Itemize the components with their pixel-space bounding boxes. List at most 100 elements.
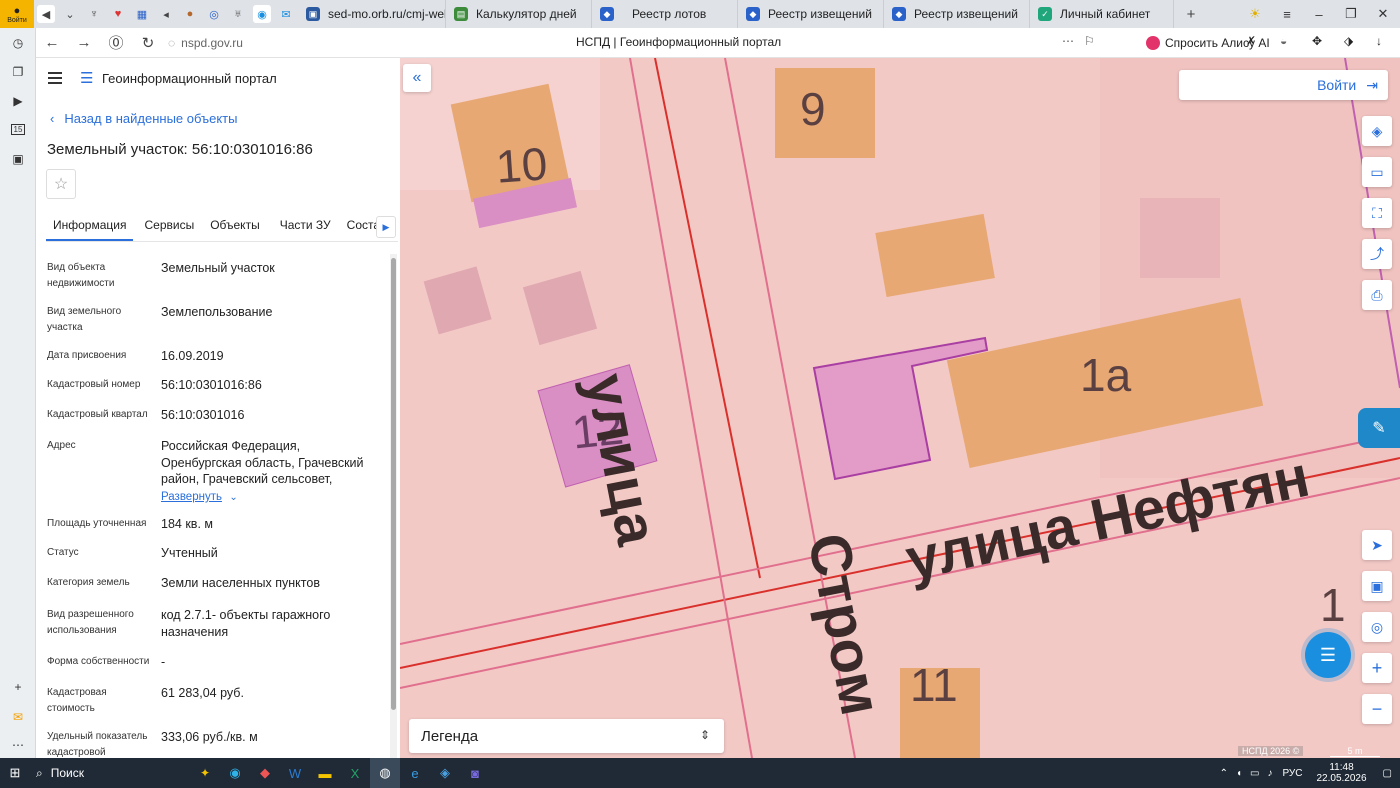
pinned-tab-icon[interactable]: ◂ [157, 5, 175, 23]
zoom-in-button[interactable]: + [1362, 653, 1392, 683]
pinned-tab-icon[interactable]: ✉ [277, 5, 295, 23]
extension-icon[interactable]: ✗ [1246, 34, 1256, 48]
pinned-tab-icon[interactable]: ● [181, 5, 199, 23]
back-to-results-link[interactable]: ‹ Назад в найденные объекты [50, 111, 237, 126]
tab-favicon-icon: ✓ [1038, 7, 1052, 21]
browser-tab[interactable]: ✓ Личный кабинет [1030, 0, 1174, 28]
side-widget-icon[interactable]: ✎ [1358, 408, 1400, 448]
collections-icon[interactable]: ❐ [0, 57, 36, 86]
tab-parts[interactable]: Части ЗУ [273, 218, 338, 241]
more-icon[interactable]: ⋯ [0, 730, 36, 759]
notification-icon[interactable]: ▢ [1383, 768, 1392, 779]
app-icon[interactable]: ◆ [250, 758, 280, 788]
browser-tab[interactable]: ▤ Калькулятор дней [446, 0, 592, 28]
pinned-tab-icon[interactable]: ▦ [133, 5, 151, 23]
page-menu-icon[interactable]: ⋯ [1062, 34, 1074, 48]
basemap-button[interactable]: ▣ [1362, 571, 1392, 601]
protect-icon[interactable]: ⓪ [100, 28, 132, 58]
ie-icon[interactable]: e [400, 758, 430, 788]
downloads-icon[interactable]: ↓ [1376, 34, 1382, 48]
road-line [629, 58, 753, 758]
browser-tab[interactable]: ◆ Реестр извещений [738, 0, 884, 28]
favorite-star-icon[interactable]: ☆ [46, 169, 76, 199]
sun-icon[interactable]: ☀ [1240, 0, 1270, 28]
share-button[interactable]: ⤴ [1362, 239, 1392, 269]
attribute-key: Вид земельного участка [47, 306, 122, 333]
pinned-tab-icon[interactable]: ♥ [109, 5, 127, 23]
print-button[interactable]: ⎙ [1362, 280, 1392, 310]
map-canvas[interactable]: 9 10 12 1а 11 1 улица Стром улица Нефтян… [400, 58, 1400, 758]
attribute-value: 184 кв. м [161, 517, 213, 531]
attribute-value[interactable]: 56:10:0301016:86 [161, 377, 371, 394]
geolocation-button[interactable]: ◎ [1362, 612, 1392, 642]
minimize-icon[interactable]: – [1304, 0, 1334, 28]
taskbar-search[interactable]: ⌕ Поиск ✦ [30, 758, 220, 788]
menu-icon[interactable]: ≡ [1272, 0, 1302, 28]
bookmark-icon[interactable]: ⚐ [1084, 34, 1095, 48]
extensions-puzzle-icon[interactable]: ✥ [1312, 34, 1322, 48]
yandex-browser-icon[interactable]: ◍ [370, 758, 400, 788]
tab-objects[interactable]: Объекты [203, 218, 267, 241]
attribute-value: 333,06 руб./кв. м [161, 730, 258, 744]
tab-info[interactable]: Информация [46, 218, 134, 241]
layers-button[interactable]: ◈ [1362, 116, 1392, 146]
browser-tab[interactable]: ◆ Реестр лотов [592, 0, 738, 28]
tab-services[interactable]: Сервисы [137, 218, 201, 241]
pinned-tab-icon[interactable]: ◉ [253, 5, 271, 23]
profile-button[interactable]: ● Войти [0, 0, 34, 28]
network-icon[interactable]: ▭ [1250, 768, 1259, 779]
locate-button[interactable]: ➤ [1362, 530, 1392, 560]
tabs-scroll-right-icon[interactable]: ▶ [376, 216, 396, 238]
measure-ruler-button[interactable]: ▭ [1362, 157, 1392, 187]
scrollbar-thumb[interactable] [391, 258, 396, 710]
chat-bubble-icon[interactable]: ☰ [1305, 632, 1351, 678]
restore-icon[interactable]: ❐ [1336, 0, 1366, 28]
chevron-up-icon[interactable]: ⌃ [1220, 768, 1228, 779]
video-icon[interactable]: ▶ [0, 86, 36, 115]
app-icon[interactable]: ◙ [460, 758, 490, 788]
volume-icon[interactable]: ◖ [1236, 768, 1242, 779]
attribute-key: Кадастровый квартал [47, 409, 148, 420]
reload-icon[interactable]: ↻ [132, 28, 164, 58]
attribute-value[interactable]: 56:10:0301016 [161, 407, 371, 424]
back-arrow-icon[interactable]: ← [36, 28, 68, 58]
url-field[interactable]: nspd.gov.ru [181, 36, 243, 50]
windows-start-icon[interactable]: ⊞ [0, 758, 30, 788]
expand-address-link[interactable]: Развернуть ⌄ [161, 489, 238, 503]
add-panel-icon[interactable]: + [0, 672, 36, 701]
extension-icon[interactable]: ◒ [1280, 34, 1287, 48]
zoom-out-button[interactable]: − [1362, 694, 1392, 724]
chevron-down-icon[interactable]: ⌄ [61, 5, 79, 23]
tab-favicon-icon: ▣ [306, 7, 320, 21]
app-icon[interactable]: ◈ [430, 758, 460, 788]
pinned-tab-icon[interactable]: ◎ [205, 5, 223, 23]
excel-icon[interactable]: X [340, 758, 370, 788]
browser-tab[interactable]: ▣sed-mo.orb.ru/cmj-web/? [298, 0, 446, 28]
speaker-icon[interactable]: ♪ [1267, 768, 1272, 779]
new-tab-plus-icon[interactable]: + [1182, 5, 1200, 23]
attribute-value: Учтенный [161, 546, 218, 560]
sound-tab-icon[interactable]: ◀ [37, 5, 55, 23]
edge-icon[interactable]: ◉ [220, 758, 250, 788]
login-button[interactable]: Войти ⇥ [1179, 70, 1388, 100]
close-icon[interactable]: ✕ [1368, 0, 1398, 28]
site-info-icon[interactable]: ◌ [168, 36, 175, 50]
clock[interactable]: 11:48 22.05.2026 [1316, 762, 1366, 784]
hamburger-menu-icon[interactable] [48, 72, 62, 84]
mail-icon[interactable]: ✉ [0, 702, 36, 731]
pinned-tab-icon[interactable]: ♆ [85, 5, 103, 23]
panel-scrollbar[interactable] [390, 254, 397, 758]
legend-dropdown[interactable]: Легенда ⇕ [409, 719, 724, 753]
file-explorer-icon[interactable]: ▬ [310, 758, 340, 788]
language-indicator[interactable]: РУС [1282, 768, 1302, 779]
calendar-icon[interactable]: 15 [0, 115, 36, 144]
history-icon[interactable]: ◷ [0, 28, 36, 57]
extension-icon[interactable]: ⬗ [1344, 34, 1353, 48]
word-icon[interactable]: W [280, 758, 310, 788]
collapse-panel-button[interactable]: « [403, 64, 431, 92]
pinned-tab-icon[interactable]: ♅ [229, 5, 247, 23]
forward-arrow-icon[interactable]: → [68, 28, 100, 58]
browser-tab[interactable]: ◆ Реестр извещений [884, 0, 1030, 28]
screenshot-icon[interactable]: ▣ [0, 144, 36, 173]
select-area-button[interactable]: ⛶ [1362, 198, 1392, 228]
